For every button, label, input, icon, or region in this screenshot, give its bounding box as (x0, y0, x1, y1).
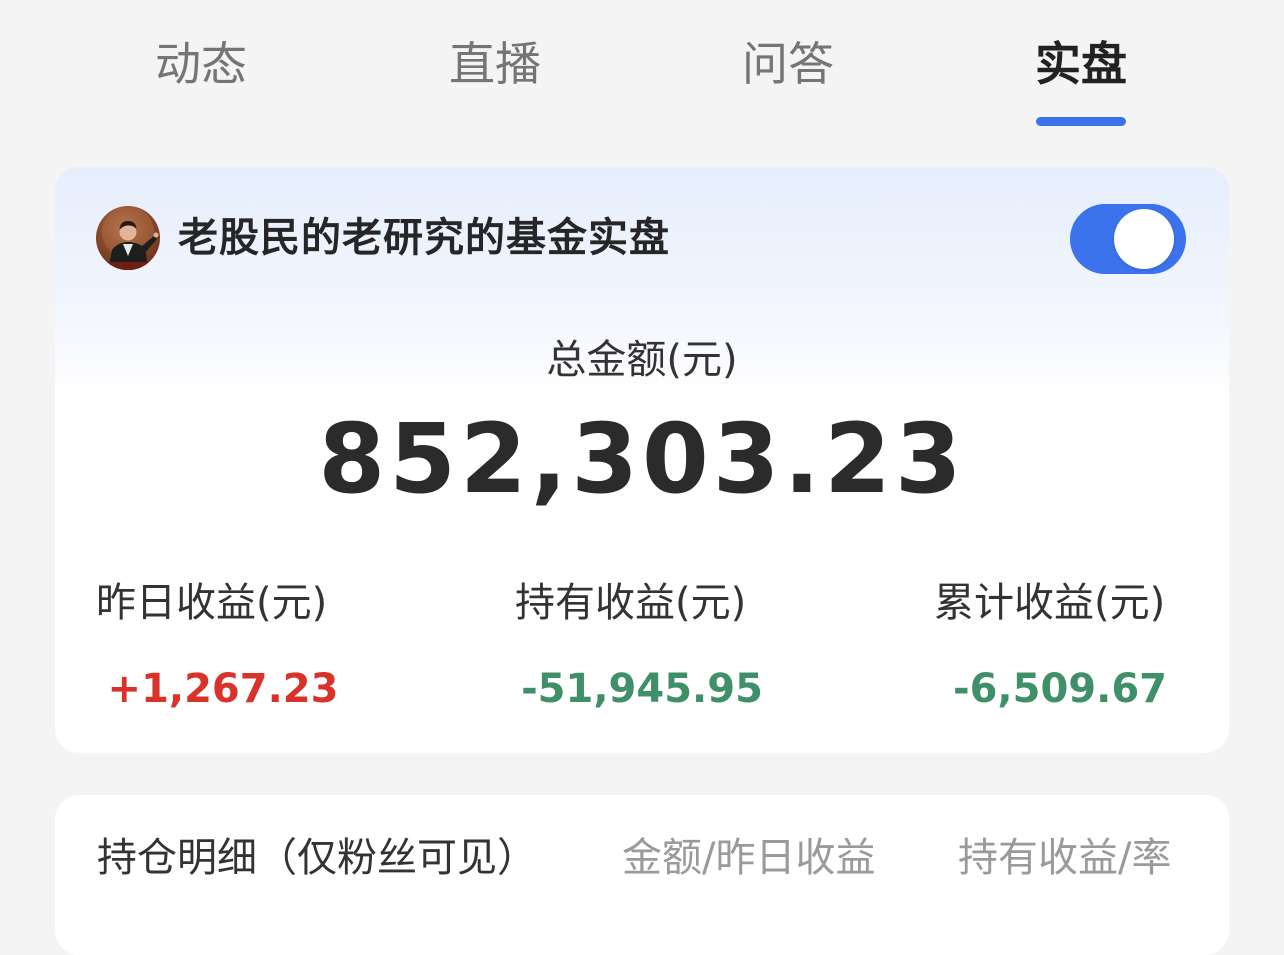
amount-column-header[interactable]: 金额/昨日收益 (622, 830, 875, 886)
cumulative-profit-value: -6,509.67 (953, 666, 1167, 712)
visibility-toggle[interactable] (1070, 204, 1186, 274)
total-amount-label: 总金额(元) (546, 337, 738, 383)
holdings-title: 持仓明细（仅粉丝可见） (97, 835, 537, 881)
user-avatar-icon[interactable] (96, 206, 160, 270)
holdings-card: 持仓明细（仅粉丝可见） 金额/昨日收益 持有收益/率 (55, 795, 1229, 955)
holding-return-column-header[interactable]: 持有收益/率 (958, 830, 1171, 886)
holding-profit-value: -51,945.95 (521, 666, 763, 712)
tab-dynamics[interactable]: 动态 (101, 34, 301, 94)
tab-live[interactable]: 直播 (395, 34, 595, 94)
tab-real-portfolio[interactable]: 实盘 (981, 34, 1181, 94)
cumulative-profit-label: 累计收益(元) (934, 580, 1166, 626)
portfolio-summary-card: 老股民的老研究的基金实盘 总金额(元) 852,303.23 昨日收益(元) 持… (55, 167, 1229, 753)
yesterday-profit-value: +1,267.23 (107, 666, 339, 712)
toggle-knob (1114, 209, 1174, 269)
yesterday-profit-label: 昨日收益(元) (96, 580, 328, 626)
total-amount-value: 852,303.23 (318, 403, 966, 515)
holding-profit-label: 持有收益(元) (515, 580, 747, 626)
account-name: 老股民的老研究的基金实盘 (178, 215, 670, 261)
tab-qa[interactable]: 问答 (688, 34, 888, 94)
active-tab-indicator (1036, 117, 1126, 126)
tab-bar: 动态 直播 问答 实盘 (0, 0, 1284, 140)
